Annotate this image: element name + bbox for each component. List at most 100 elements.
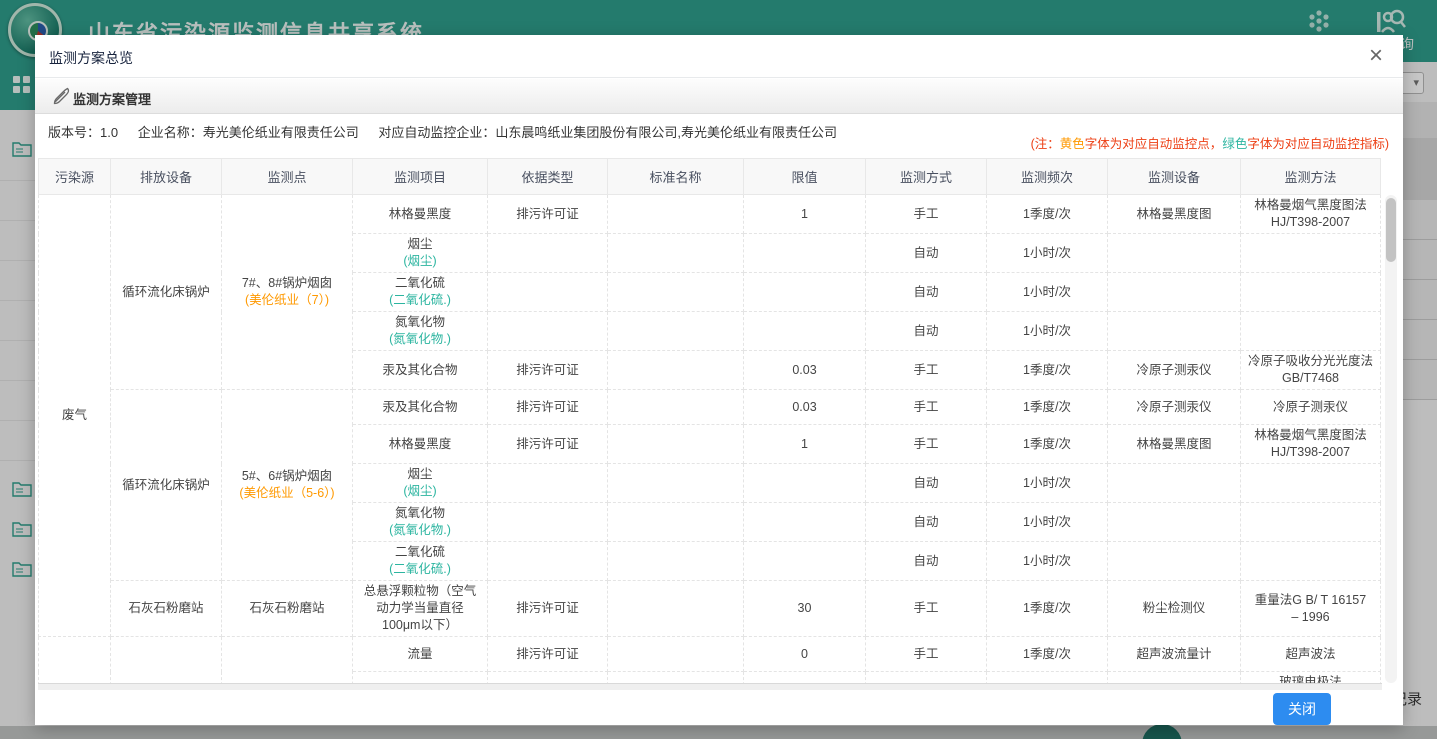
table-cell: pH值 xyxy=(353,672,488,684)
column-header: 排放设备 xyxy=(111,159,222,195)
modal-footer: 关闭 xyxy=(35,690,1403,725)
table-cell: 二氧化硫(二氧化硫.) xyxy=(353,273,488,312)
section-title: 监测方案管理 xyxy=(73,89,151,108)
modal-title: 监测方案总览 xyxy=(49,48,133,68)
table-cell xyxy=(744,312,866,351)
table-cell: 1季度/次 xyxy=(987,581,1108,637)
table-cell: 自动 xyxy=(866,503,987,542)
column-header: 限值 xyxy=(744,159,866,195)
table-cell xyxy=(488,273,608,312)
table-cell: 1小时/次 xyxy=(987,234,1108,273)
table-cell: 排污许可证 xyxy=(488,351,608,390)
table-cell: 手工 xyxy=(866,351,987,390)
color-legend-note: (注：黄色字体为对应自动监控点，绿色字体为对应自动监控指标) xyxy=(1031,133,1389,152)
table-cell: 1小时/次 xyxy=(987,312,1108,351)
table-row: 废气循环流化床锅炉7#、8#锅炉烟囱(美伦纸业（7）)林格曼黑度排污许可证1手工… xyxy=(39,195,1381,234)
table-cell xyxy=(488,503,608,542)
table-cell xyxy=(608,195,744,234)
table-cell xyxy=(744,542,866,581)
table-cell: 7#、8#锅炉烟囱(美伦纸业（7）) xyxy=(222,195,353,390)
table-cell xyxy=(1241,273,1381,312)
table-cell xyxy=(744,464,866,503)
table-horizontal-scrollbar[interactable] xyxy=(38,683,1382,690)
table-cell: 手工 xyxy=(866,425,987,464)
table-cell xyxy=(1241,464,1381,503)
table-cell xyxy=(608,273,744,312)
legend-green: 绿色 xyxy=(1222,137,1247,151)
table-cell: 1小时/次 xyxy=(987,273,1108,312)
pen-icon xyxy=(51,86,71,106)
table-cell: 氮氧化物(氮氧化物.) xyxy=(353,312,488,351)
table-cell: 冷原子吸收分光光度法GB/T7468 xyxy=(1241,351,1381,390)
table-cell: 手工 xyxy=(866,672,987,684)
plan-table: 污染源排放设备监测点监测项目依据类型标准名称限值监测方式监测频次监测设备监测方法… xyxy=(38,158,1381,683)
close-icon[interactable]: × xyxy=(1369,43,1383,69)
table-cell xyxy=(1108,234,1241,273)
column-header: 依据类型 xyxy=(488,159,608,195)
table-cell xyxy=(744,503,866,542)
table-viewport: 污染源排放设备监测点监测项目依据类型标准名称限值监测方式监测频次监测设备监测方法… xyxy=(38,158,1382,683)
version-text: 版本号：1.0 xyxy=(48,125,118,140)
table-cell: 超声波流量计 xyxy=(1108,637,1241,672)
table-cell: 自动 xyxy=(866,312,987,351)
table-cell xyxy=(608,464,744,503)
table-scrollbar-thumb[interactable] xyxy=(1386,198,1396,262)
table-cell: 自动 xyxy=(866,234,987,273)
table-cell: 冷原子测汞仪 xyxy=(1108,390,1241,425)
table-cell xyxy=(1241,503,1381,542)
column-header: 污染源 xyxy=(39,159,111,195)
table-cell: 排污许可证 xyxy=(488,672,608,684)
close-button[interactable]: 关闭 xyxy=(1273,693,1331,725)
table-cell: 手工 xyxy=(866,195,987,234)
table-cell: 1小时/次 xyxy=(987,503,1108,542)
table-row: 循环流化床锅炉5#、6#锅炉烟囱(美伦纸业（5-6）)汞及其化合物排污许可证0.… xyxy=(39,390,1381,425)
table-cell: 林格曼黑度图 xyxy=(1108,425,1241,464)
table-cell xyxy=(608,542,744,581)
column-header: 监测设备 xyxy=(1108,159,1241,195)
table-cell: 1 xyxy=(744,425,866,464)
table-cell xyxy=(1108,503,1241,542)
table-cell: 30 xyxy=(744,581,866,637)
table-cell: 1季度/次 xyxy=(987,672,1108,684)
table-cell: 1季度/次 xyxy=(987,390,1108,425)
table-cell: 1 xyxy=(744,195,866,234)
table-cell xyxy=(608,234,744,273)
table-cell: 手工 xyxy=(866,637,987,672)
table-row: 流量排污许可证0手工1季度/次超声波流量计超声波法 xyxy=(39,637,1381,672)
table-cell: 林格曼黑度 xyxy=(353,195,488,234)
table-cell: 二氧化硫(二氧化硫.) xyxy=(353,542,488,581)
table-cell: 汞及其化合物 xyxy=(353,351,488,390)
table-cell xyxy=(111,637,222,684)
column-header: 监测频次 xyxy=(987,159,1108,195)
table-cell xyxy=(1108,312,1241,351)
table-cell: 1季度/次 xyxy=(987,425,1108,464)
table-cell: 1小时/次 xyxy=(987,464,1108,503)
table-cell xyxy=(488,542,608,581)
table-cell xyxy=(39,637,111,684)
table-cell xyxy=(1241,542,1381,581)
section-header: 监测方案管理 xyxy=(35,79,1403,114)
table-cell: 超声波法 xyxy=(1241,637,1381,672)
table-cell: 烟尘(烟尘) xyxy=(353,234,488,273)
table-cell xyxy=(1241,234,1381,273)
table-cell: 冷原子测汞仪 xyxy=(1108,351,1241,390)
table-cell: 汞及其化合物 xyxy=(353,390,488,425)
table-cell: 1季度/次 xyxy=(987,637,1108,672)
table-cell: 石灰石粉磨站 xyxy=(222,581,353,637)
table-cell xyxy=(1241,312,1381,351)
table-cell xyxy=(744,234,866,273)
table-cell: 烟尘(烟尘) xyxy=(353,464,488,503)
table-cell xyxy=(608,503,744,542)
table-cell: 氮氧化物(氮氧化物.) xyxy=(353,503,488,542)
table-vertical-scrollbar[interactable] xyxy=(1385,195,1397,683)
table-cell: 重量法G B/ T 16157– 1996 xyxy=(1241,581,1381,637)
table-cell: 流量 xyxy=(353,637,488,672)
table-cell: 1季度/次 xyxy=(987,351,1108,390)
table-cell: 循环流化床锅炉 xyxy=(111,390,222,581)
table-cell: 循环流化床锅炉 xyxy=(111,195,222,390)
table-cell: 粉尘检测仪 xyxy=(1108,581,1241,637)
table-cell: 排污许可证 xyxy=(488,637,608,672)
table-cell xyxy=(608,351,744,390)
meta-row: 版本号：1.0 企业名称：寿光美伦纸业有限责任公司 对应自动监控企业：山东晨鸣纸… xyxy=(35,114,1403,158)
column-header: 监测方法 xyxy=(1241,159,1381,195)
